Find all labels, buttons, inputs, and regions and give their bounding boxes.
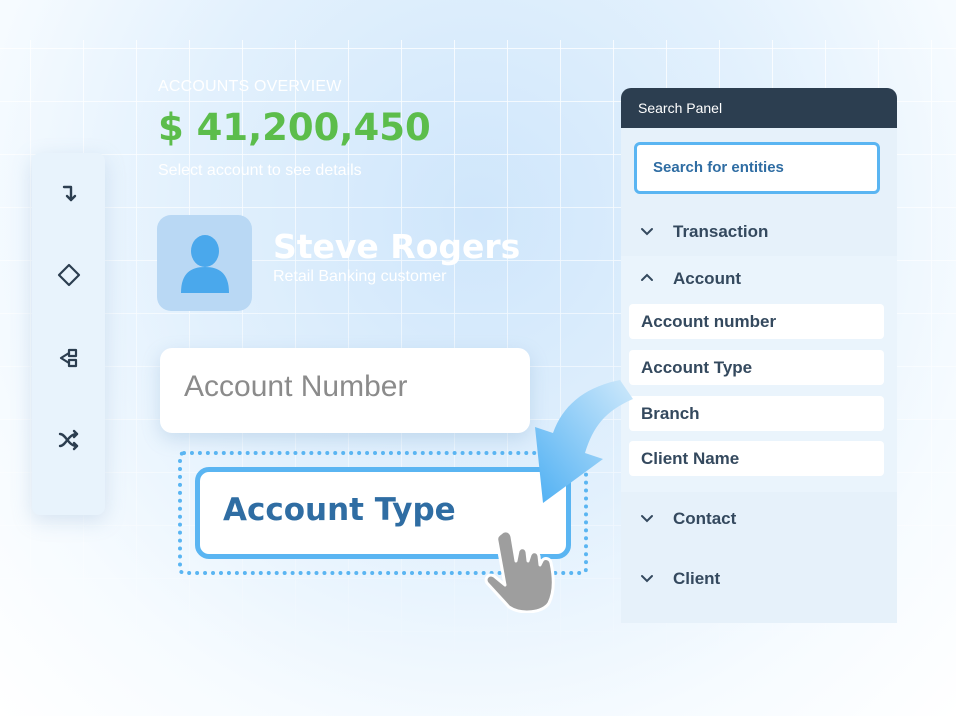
chevron-down-icon bbox=[641, 575, 653, 583]
list-item-client-name[interactable]: Client Name bbox=[629, 441, 884, 476]
split-branch-icon[interactable] bbox=[54, 343, 84, 373]
section-label: Account bbox=[673, 269, 741, 288]
chevron-down-icon bbox=[641, 228, 653, 236]
account-section-body: Account Account number Account Type Bran… bbox=[621, 256, 897, 492]
overview-label: ACCOUNTS OVERVIEW bbox=[158, 78, 342, 95]
drag-arrow-icon bbox=[535, 380, 633, 503]
customer-name: Steve Rogers bbox=[273, 227, 521, 266]
account-number-label: Account Number bbox=[184, 370, 408, 403]
shuffle-icon[interactable] bbox=[54, 425, 84, 455]
list-item-branch[interactable]: Branch bbox=[629, 396, 884, 431]
list-item-label: Branch bbox=[641, 404, 700, 423]
left-toolbar bbox=[32, 153, 105, 515]
turn-down-arrow-icon[interactable] bbox=[54, 179, 84, 209]
search-panel-title: Search Panel bbox=[621, 88, 897, 128]
total-balance: $ 41,200,450 bbox=[158, 106, 431, 149]
search-placeholder: Search for entities bbox=[653, 159, 784, 176]
list-item-account-number[interactable]: Account number bbox=[629, 304, 884, 339]
avatar[interactable] bbox=[157, 215, 252, 311]
list-item-account-type[interactable]: Account Type bbox=[629, 350, 884, 385]
hand-cursor-icon bbox=[484, 529, 555, 613]
search-panel: Search Panel Search for entities Transac… bbox=[621, 88, 897, 623]
section-label: Contact bbox=[673, 509, 737, 528]
list-item-label: Account Type bbox=[641, 358, 753, 377]
section-contact[interactable]: Contact bbox=[621, 501, 897, 537]
section-transaction[interactable]: Transaction bbox=[621, 214, 897, 250]
list-item-label: Client Name bbox=[641, 449, 740, 468]
section-label: Transaction bbox=[673, 222, 769, 241]
user-icon bbox=[181, 235, 229, 293]
section-account[interactable]: Account bbox=[621, 261, 897, 297]
customer-type: Retail Banking customer bbox=[273, 268, 447, 285]
list-item-label: Account number bbox=[641, 312, 777, 331]
chevron-down-icon bbox=[641, 515, 653, 523]
chevron-up-icon bbox=[641, 273, 653, 281]
account-number-field[interactable]: Account Number bbox=[160, 348, 530, 433]
diamond-icon[interactable] bbox=[54, 260, 84, 290]
section-label: Client bbox=[673, 569, 721, 588]
search-input[interactable]: Search for entities bbox=[634, 142, 880, 194]
overview-hint: Select account to see details bbox=[158, 162, 362, 179]
account-type-label: Account Type bbox=[223, 492, 456, 528]
section-client[interactable]: Client bbox=[621, 561, 897, 597]
